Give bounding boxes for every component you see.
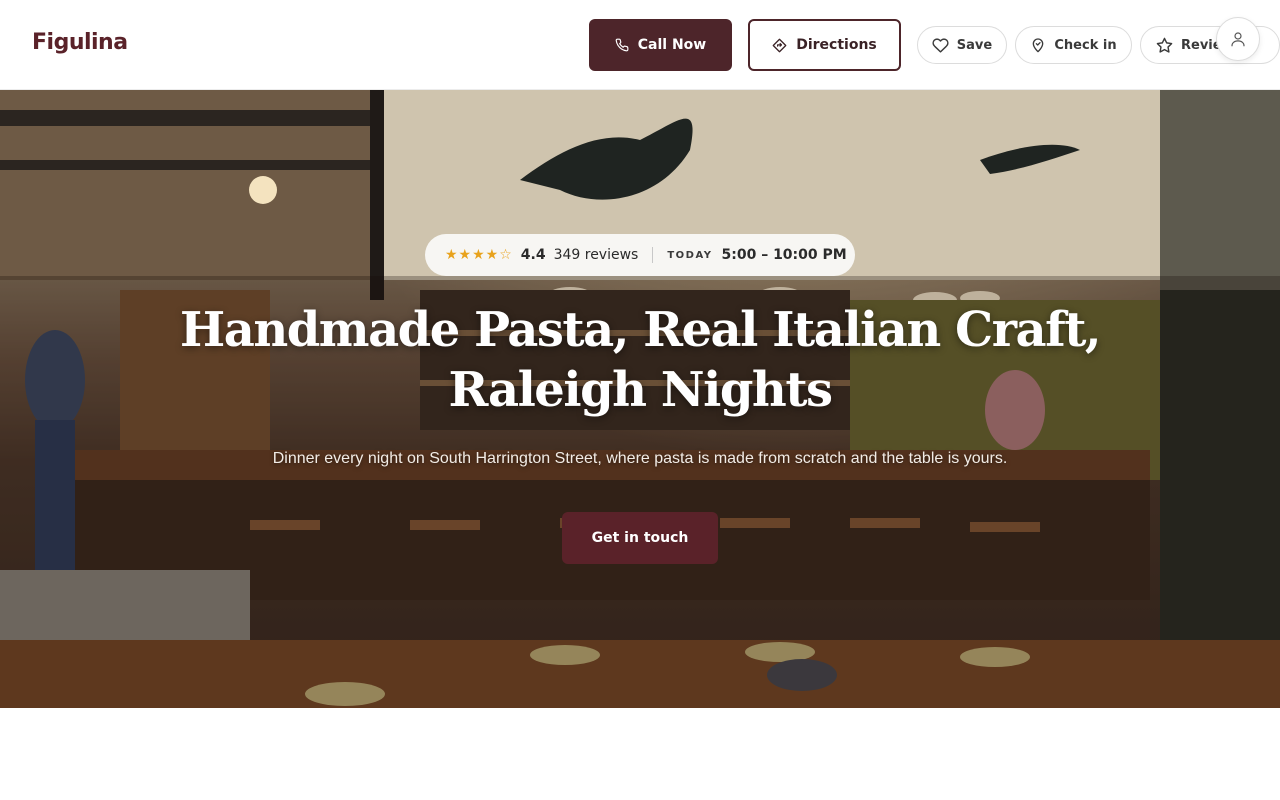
user-icon bbox=[1231, 32, 1245, 47]
directions-button[interactable]: Directions bbox=[748, 19, 901, 71]
check-in-label: Check in bbox=[1054, 37, 1117, 53]
site-logo[interactable]: Figulina bbox=[32, 30, 128, 55]
hero-subheadline: Dinner every night on South Harrington S… bbox=[272, 450, 1008, 467]
get-in-touch-button[interactable]: Get in touch bbox=[562, 512, 718, 564]
hours-today: 5:00 – 10:00 PM bbox=[721, 247, 847, 263]
star-icon bbox=[1156, 37, 1173, 53]
hero-headline: Handmade Pasta, Real Italian Craft, Rale… bbox=[140, 300, 1140, 420]
rating-value: 4.4 bbox=[520, 247, 546, 263]
site-header: Figulina Call Now Directions Save Check … bbox=[0, 0, 1280, 90]
call-now-button[interactable]: Call Now bbox=[589, 19, 732, 71]
directions-icon bbox=[772, 38, 787, 52]
account-button[interactable] bbox=[1216, 17, 1260, 61]
rating-hours-pill: ★★★★☆ 4.4 349 reviews TODAY 5:00 – 10:00… bbox=[425, 234, 855, 276]
call-now-label: Call Now bbox=[637, 37, 707, 53]
headline-line-2: Raleigh Nights bbox=[448, 362, 833, 418]
save-button[interactable]: Save bbox=[917, 26, 1007, 64]
save-label: Save bbox=[956, 37, 993, 53]
today-label: TODAY bbox=[667, 249, 713, 261]
headline-line-1: Handmade Pasta, Real Italian Craft, bbox=[179, 302, 1102, 358]
heart-icon bbox=[932, 37, 949, 53]
map-pin-icon bbox=[1033, 38, 1044, 53]
review-count[interactable]: 349 reviews bbox=[554, 247, 639, 263]
hero-section: ★★★★☆ 4.4 349 reviews TODAY 5:00 – 10:00… bbox=[0, 90, 1280, 708]
pill-divider bbox=[652, 247, 654, 263]
directions-label: Directions bbox=[796, 37, 877, 53]
check-in-button[interactable]: Check in bbox=[1015, 26, 1132, 64]
star-rating-icon: ★★★★☆ bbox=[445, 247, 513, 263]
phone-icon bbox=[615, 38, 629, 52]
